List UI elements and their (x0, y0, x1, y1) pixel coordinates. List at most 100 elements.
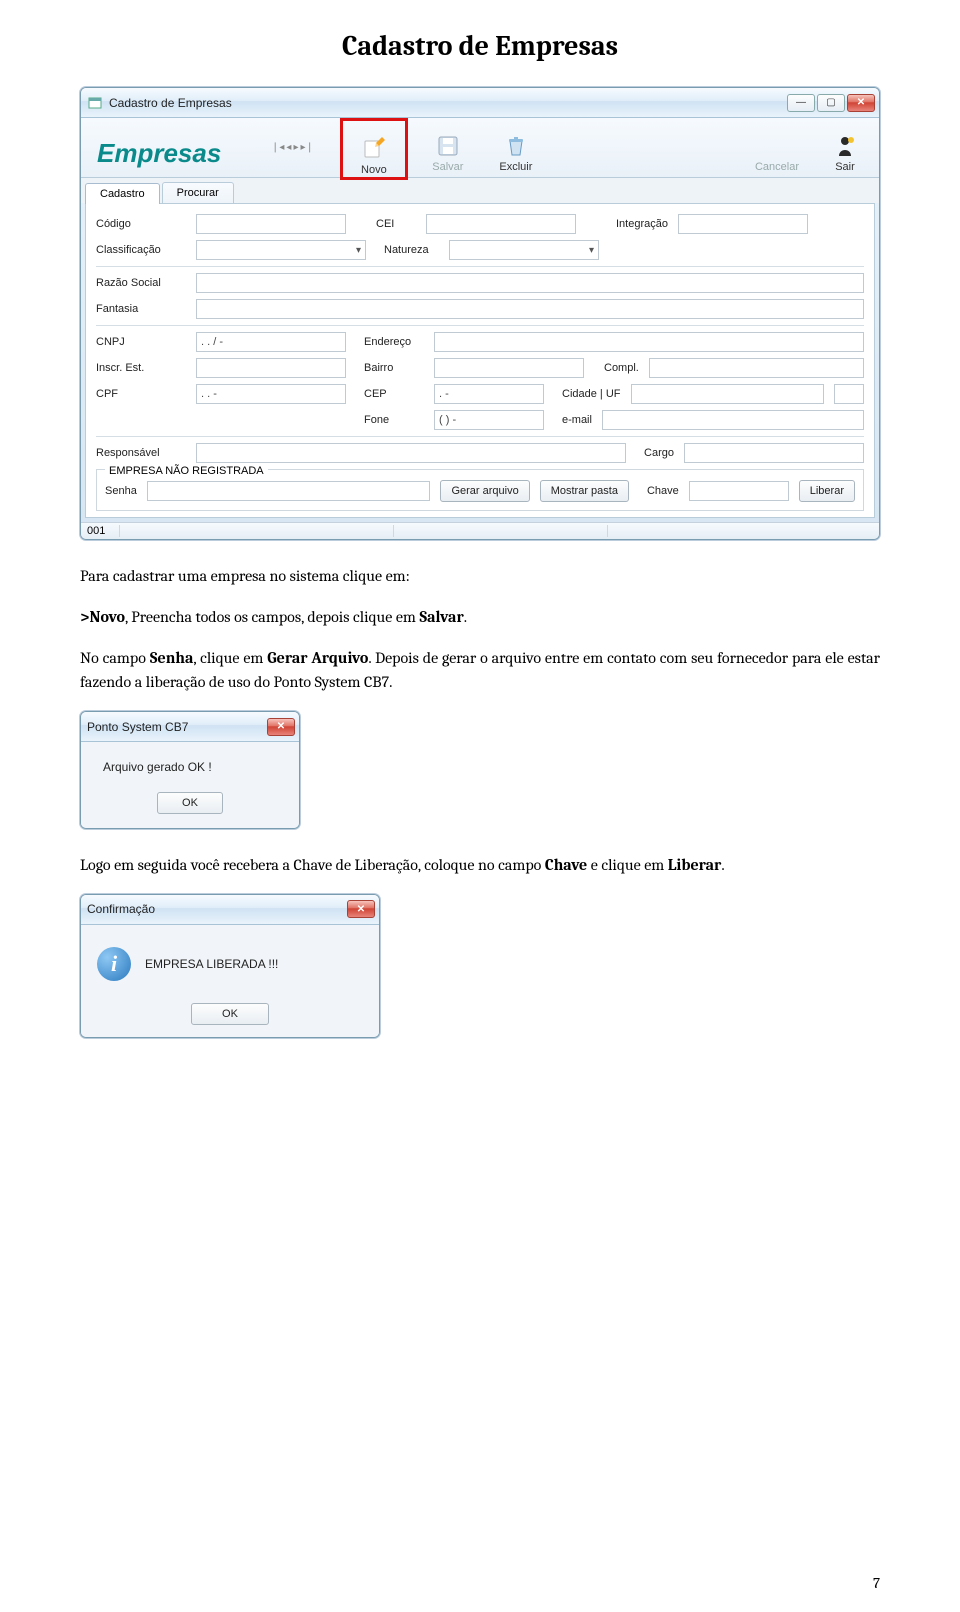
text: , clique em (193, 649, 267, 667)
text-bold: >Novo (80, 608, 125, 626)
novo-label: Novo (361, 164, 387, 176)
mostrar-pasta-button[interactable]: Mostrar pasta (540, 480, 629, 502)
gerar-arquivo-button[interactable]: Gerar arquivo (440, 480, 529, 502)
tabs: Cadastro Procurar (81, 178, 879, 203)
input-compl[interactable] (649, 358, 864, 378)
input-integracao[interactable] (678, 214, 808, 234)
text: , Preencha todos os campos, depois cliqu… (125, 608, 420, 626)
input-codigo[interactable] (196, 214, 346, 234)
label-cidadeuf: Cidade | UF (562, 388, 621, 400)
input-cnpj[interactable]: . . / - (196, 332, 346, 352)
input-bairro[interactable] (434, 358, 584, 378)
dialog2-ok-button[interactable]: OK (191, 1003, 269, 1025)
label-senha: Senha (105, 485, 137, 497)
dialog1-title: Ponto System CB7 (87, 720, 267, 734)
dialog2-close-button[interactable]: ✕ (347, 900, 375, 918)
maximize-button[interactable]: ▢ (817, 94, 845, 112)
salvar-button[interactable]: Salvar (414, 121, 482, 177)
liberar-button[interactable]: Liberar (799, 480, 855, 502)
input-cei[interactable] (426, 214, 576, 234)
titlebar: Cadastro de Empresas — ▢ ✕ (81, 88, 879, 118)
label-cargo: Cargo (644, 447, 674, 459)
label-email: e-mail (562, 414, 592, 426)
brand-label: Empresas (81, 130, 271, 177)
save-icon (435, 133, 461, 159)
dialog2-titlebar: Confirmação ✕ (81, 895, 379, 925)
label-fone: Fone (364, 414, 424, 426)
label-fantasia: Fantasia (96, 303, 186, 315)
label-cei: CEI (376, 218, 416, 230)
doc-paragraph-1b: >Novo, Preencha todos os campos, depois … (80, 605, 880, 630)
info-icon: i (97, 947, 131, 981)
doc-paragraph-3: Logo em seguida você recebera a Chave de… (80, 853, 880, 878)
pencil-icon (361, 136, 387, 162)
input-cep[interactable]: . - (434, 384, 544, 404)
close-button[interactable]: ✕ (847, 94, 875, 112)
label-compl: Compl. (604, 362, 639, 374)
text-bold: Chave (545, 856, 587, 874)
dialog1-titlebar: Ponto System CB7 ✕ (81, 712, 299, 742)
statusbar: 001 (81, 522, 879, 539)
dialog1-close-button[interactable]: ✕ (267, 718, 295, 736)
input-inscr[interactable] (196, 358, 346, 378)
text-bold: Gerar Arquivo (267, 649, 368, 667)
last-record-icon[interactable]: ▸❘ (300, 142, 313, 153)
app-window: Cadastro de Empresas — ▢ ✕ Empresas ❘◂ ◂… (80, 87, 880, 540)
excluir-button[interactable]: Excluir (482, 121, 550, 177)
label-cep: CEP (364, 388, 424, 400)
minimize-button[interactable]: — (787, 94, 815, 112)
text-bold: Liberar (668, 856, 722, 874)
text: e clique em (587, 856, 668, 874)
prev-record-icon[interactable]: ◂ (286, 142, 291, 153)
input-responsavel[interactable] (196, 443, 626, 463)
text: Logo em seguida você recebera a Chave de… (80, 856, 545, 874)
text-bold: Salvar (419, 608, 463, 626)
label-chave: Chave (647, 485, 679, 497)
input-chave[interactable] (689, 481, 789, 501)
combo-classificacao[interactable] (196, 240, 366, 260)
page-title: Cadastro de Empresas (80, 30, 880, 62)
dialog-arquivo-gerado: Ponto System CB7 ✕ Arquivo gerado OK ! O… (80, 711, 300, 829)
label-bairro: Bairro (364, 362, 424, 374)
input-uf[interactable] (834, 384, 864, 404)
input-fantasia[interactable] (196, 299, 864, 319)
exit-icon (832, 133, 858, 159)
doc-paragraph-2: No campo Senha, clique em Gerar Arquivo.… (80, 646, 880, 696)
label-codigo: Código (96, 218, 186, 230)
dialog1-message: Arquivo gerado OK ! (97, 760, 283, 774)
input-cidade[interactable] (631, 384, 825, 404)
novo-button[interactable]: Novo (340, 118, 408, 180)
cancel-icon (764, 133, 790, 159)
input-email[interactable] (602, 410, 864, 430)
dialog2-body: i EMPRESA LIBERADA !!! (81, 925, 379, 1003)
cancelar-button[interactable]: Cancelar (743, 121, 811, 177)
dialog1-ok-button[interactable]: OK (157, 792, 223, 814)
label-classificacao: Classificação (96, 244, 186, 256)
input-senha[interactable] (147, 481, 431, 501)
next-record-icon[interactable]: ▸ (293, 142, 298, 153)
label-endereco: Endereço (364, 336, 424, 348)
tab-procurar[interactable]: Procurar (162, 182, 234, 203)
input-endereco[interactable] (434, 332, 864, 352)
sair-button[interactable]: Sair (811, 121, 879, 177)
excluir-label: Excluir (499, 161, 532, 173)
page-number: 7 (873, 1574, 880, 1592)
label-razao: Razão Social (96, 277, 186, 289)
input-fone[interactable]: ( ) - (434, 410, 544, 430)
salvar-label: Salvar (432, 161, 463, 173)
input-razao[interactable] (196, 273, 864, 293)
fieldset-registro: EMPRESA NÃO REGISTRADA Senha Gerar arqui… (96, 469, 864, 511)
status-code: 001 (87, 525, 120, 537)
app-icon (87, 95, 103, 111)
text: No campo (80, 649, 150, 667)
form-panel: Código CEI Integração Classificação Natu… (85, 203, 875, 518)
tab-cadastro[interactable]: Cadastro (85, 183, 160, 204)
record-nav: ❘◂ ◂ ▸ ▸❘ (271, 142, 334, 153)
label-cnpj: CNPJ (96, 336, 186, 348)
input-cpf[interactable]: . . - (196, 384, 346, 404)
text: Para cadastrar uma empresa no sistema cl… (80, 567, 410, 585)
input-cargo[interactable] (684, 443, 864, 463)
combo-natureza[interactable] (449, 240, 599, 260)
label-integracao: Integração (616, 218, 668, 230)
first-record-icon[interactable]: ❘◂ (271, 142, 284, 153)
